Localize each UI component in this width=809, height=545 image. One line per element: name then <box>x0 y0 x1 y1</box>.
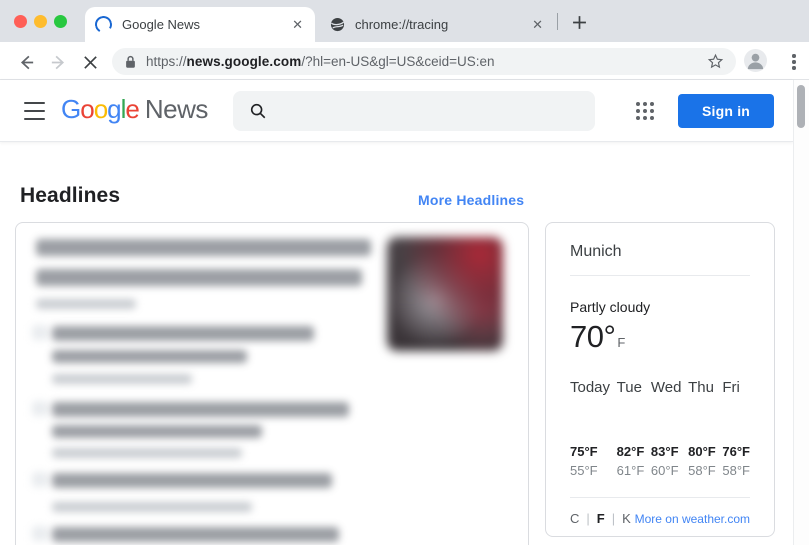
tab-google-news[interactable]: Google News ✕ <box>85 7 315 42</box>
browser-window: Google News ✕ chrome://tracing ✕ <box>0 0 809 545</box>
blurred-headline-line[interactable] <box>52 473 332 488</box>
tab-title: Google News <box>122 17 282 32</box>
weather-footer: C | F | K More on weather.com <box>570 511 750 526</box>
weather-icon-placeholder <box>722 396 750 444</box>
browser-toolbar: https://news.google.com/?hl=en-US&gl=US&… <box>0 42 809 80</box>
headlines-card <box>15 222 529 545</box>
weather-icon-placeholder <box>651 396 682 444</box>
site-header: GoogleNews Sign in <box>0 80 793 142</box>
blurred-headline-line[interactable] <box>52 425 262 438</box>
weather-widget: Munich Partly cloudy 70°F Today 75°F 55°… <box>545 222 775 537</box>
kebab-menu-icon <box>792 54 795 57</box>
blurred-source-line <box>52 448 242 458</box>
weather-icon-placeholder <box>570 396 610 444</box>
new-tab-button[interactable] <box>566 9 592 35</box>
forecast-day-column: Tue 82°F 61°F <box>617 379 645 478</box>
window-minimize-button[interactable] <box>34 15 47 28</box>
unit-kelvin[interactable]: K <box>622 511 631 526</box>
scrollbar-track[interactable] <box>793 80 809 545</box>
unit-selector: C | F | K <box>570 511 631 526</box>
window-close-button[interactable] <box>14 15 27 28</box>
scrollbar-thumb[interactable] <box>797 85 805 128</box>
forecast-day-column: Today 75°F 55°F <box>570 379 610 478</box>
more-headlines-link[interactable]: More Headlines <box>418 192 524 208</box>
address-bar[interactable]: https://news.google.com/?hl=en-US&gl=US&… <box>112 48 736 75</box>
blurred-headline-line[interactable] <box>52 326 314 341</box>
weather-more-link[interactable]: More on weather.com <box>635 512 750 526</box>
weather-city: Munich <box>570 243 750 261</box>
unit-fahrenheit[interactable]: F <box>597 511 605 526</box>
tab-close-icon[interactable]: ✕ <box>290 16 305 33</box>
bookmark-star-icon <box>707 53 724 70</box>
url-path: /?hl=en-US&gl=US&ceid=US:en <box>301 54 494 69</box>
back-icon <box>17 53 36 72</box>
weather-forecast: Today 75°F 55°F Tue 82°F 61°F Wed 83°F 6… <box>570 379 750 478</box>
forecast-day-column: Fri 76°F 58°F <box>722 379 750 478</box>
blurred-bullet <box>32 401 48 416</box>
tab-chrome-tracing[interactable]: chrome://tracing ✕ <box>320 7 555 42</box>
tab-strip: Google News ✕ chrome://tracing ✕ <box>0 0 809 42</box>
weather-icon-placeholder <box>617 396 645 444</box>
forecast-day-column: Wed 83°F 60°F <box>651 379 682 478</box>
divider <box>570 497 750 498</box>
blurred-headline-line[interactable] <box>52 527 339 542</box>
tab-title: chrome://tracing <box>355 17 522 32</box>
url-text: https://news.google.com/?hl=en-US&gl=US&… <box>146 54 495 69</box>
browser-menu-button[interactable] <box>782 49 806 75</box>
forward-button[interactable] <box>45 49 71 75</box>
search-input[interactable] <box>233 91 595 131</box>
blurred-source-line <box>52 374 192 384</box>
stop-loading-button[interactable] <box>77 49 103 75</box>
apps-grid-icon <box>636 102 640 106</box>
weather-current-unit: F <box>617 335 625 350</box>
logo-news-text: News <box>145 94 208 124</box>
blurred-source-line <box>36 299 136 309</box>
hamburger-menu-button[interactable] <box>24 101 50 121</box>
url-scheme: https:// <box>146 54 187 69</box>
article-thumbnail[interactable] <box>387 237 503 351</box>
forward-icon <box>49 53 68 72</box>
blurred-headline-line[interactable] <box>36 269 362 286</box>
url-domain: news.google.com <box>187 54 302 69</box>
globe-icon <box>330 17 345 32</box>
back-button[interactable] <box>13 49 39 75</box>
lock-icon <box>124 55 137 69</box>
weather-icon-placeholder <box>688 396 716 444</box>
stop-icon <box>82 54 99 71</box>
blurred-headline-line[interactable] <box>36 239 371 256</box>
weather-current-temp: 70°F <box>570 319 750 355</box>
bookmark-button[interactable] <box>707 53 724 70</box>
hamburger-menu-icon <box>24 102 45 104</box>
tab-close-icon[interactable]: ✕ <box>530 16 545 33</box>
person-icon <box>744 49 767 72</box>
tab-separator <box>557 13 558 30</box>
weather-condition: Partly cloudy <box>570 299 750 315</box>
page-title: Headlines <box>20 184 120 208</box>
profile-avatar[interactable] <box>744 49 767 72</box>
blurred-headline-line[interactable] <box>52 402 349 417</box>
sign-in-button[interactable]: Sign in <box>678 94 774 128</box>
google-news-logo[interactable]: GoogleNews <box>61 94 208 125</box>
unit-celsius[interactable]: C <box>570 511 579 526</box>
divider <box>570 275 750 276</box>
blurred-bullet <box>32 526 48 541</box>
search-icon <box>249 102 267 120</box>
blurred-bullet <box>32 472 48 487</box>
window-zoom-button[interactable] <box>54 15 67 28</box>
loading-spinner-icon <box>93 14 114 35</box>
forecast-day-column: Thu 80°F 58°F <box>688 379 716 478</box>
plus-icon <box>572 15 587 30</box>
blurred-headline-line[interactable] <box>52 350 247 363</box>
apps-grid-button[interactable] <box>634 100 656 122</box>
blurred-bullet <box>32 325 48 340</box>
blurred-source-line <box>52 502 252 512</box>
